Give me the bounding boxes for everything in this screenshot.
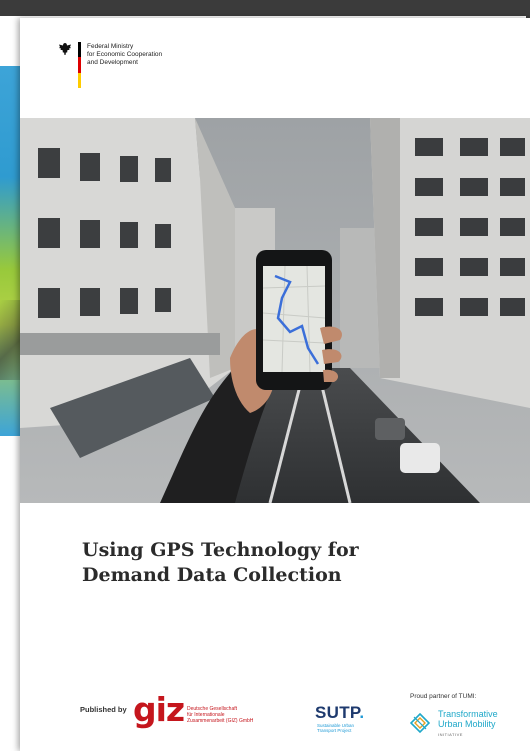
giz-name-line: Zusammenarbeit (GIZ) GmbH xyxy=(187,718,254,724)
tumi-logo-text: Transformative Urban Mobility INITIATIVE xyxy=(438,709,498,740)
tumi-initiative: INITIATIVE xyxy=(438,732,463,737)
sutp-wordmark: SUTP xyxy=(315,703,360,722)
tumi-partner-caption: Proud partner of TUMI: xyxy=(410,693,477,700)
tumi-line: Transformative xyxy=(438,709,498,719)
giz-logo: giz xyxy=(133,690,185,729)
tumi-diamond-icon xyxy=(410,713,430,733)
issuer-name: Federal Ministry for Economic Cooperatio… xyxy=(87,43,162,67)
title-line: Demand Data Collection xyxy=(82,564,342,586)
sutp-dot: . xyxy=(359,703,365,722)
title-line: Using GPS Technology for xyxy=(82,539,359,561)
document-title: Using GPS Technology for Demand Data Col… xyxy=(82,538,359,588)
cover-photo xyxy=(20,118,530,503)
german-flag-bar xyxy=(78,42,81,88)
issuer-line: Federal Ministry xyxy=(87,43,134,50)
sutp-logo: SUTP. xyxy=(315,703,364,723)
viewer-frame-top xyxy=(0,0,530,16)
tumi-line: Urban Mobility xyxy=(438,719,496,729)
giz-full-name: Deutsche Gesellschaft für Internationale… xyxy=(187,706,253,724)
publisher-logo-row: Published by giz Deutsche Gesellschaft f… xyxy=(20,673,530,738)
published-by-label: Published by xyxy=(80,705,127,714)
bmz-logo: Federal Ministry for Economic Cooperatio… xyxy=(58,42,162,88)
issuer-line: and Development xyxy=(87,59,138,66)
sutp-full-name: Sustainable Urban Transport Project xyxy=(317,723,354,733)
sutp-name-line: Transport Project xyxy=(317,728,352,733)
issuer-line: for Economic Cooperation xyxy=(87,51,163,58)
federal-eagle-icon xyxy=(59,43,71,55)
document-cover: Federal Ministry for Economic Cooperatio… xyxy=(20,18,530,751)
